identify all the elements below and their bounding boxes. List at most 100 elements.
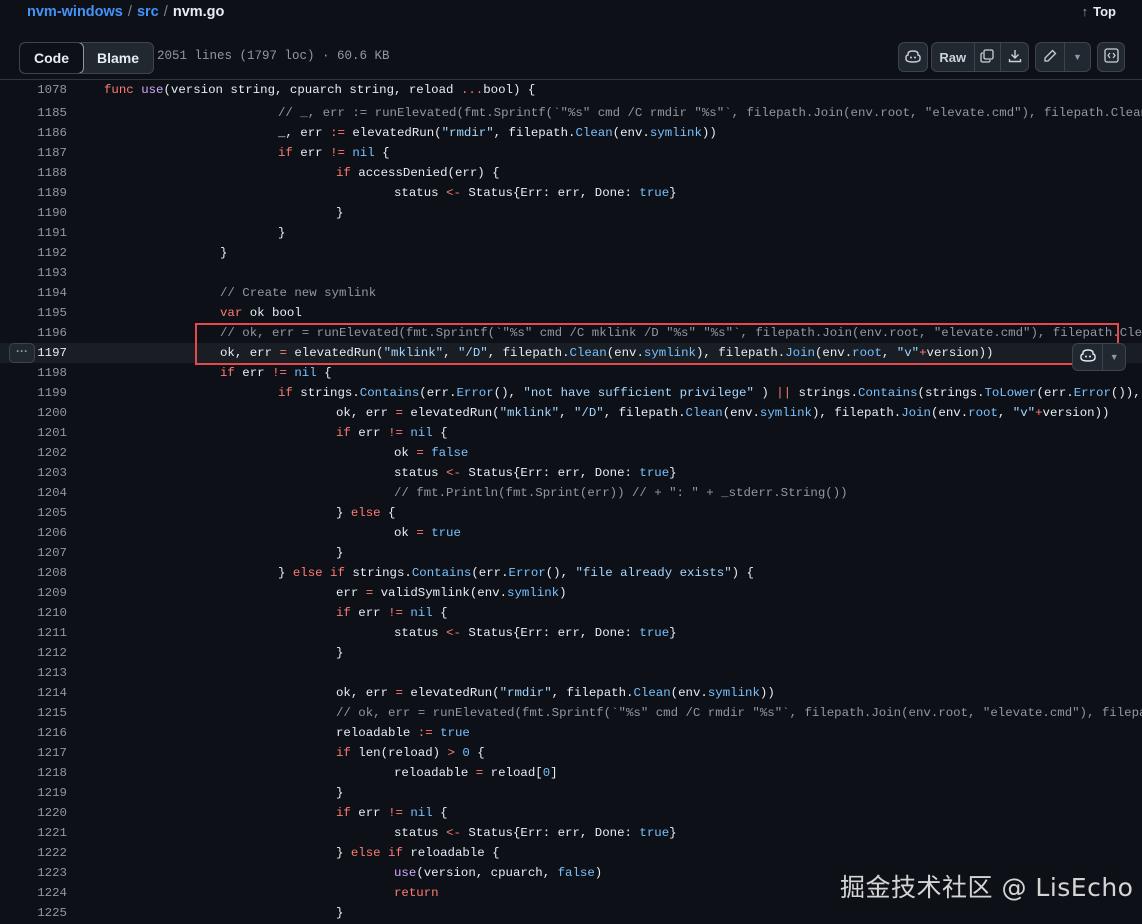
copilot-line-menu[interactable]: ▼ [1072, 343, 1126, 371]
code-token: "not have sufficient privilege" [523, 386, 754, 400]
line-number[interactable]: 1192 [0, 243, 67, 263]
download-button[interactable] [1001, 43, 1028, 71]
edit-options-dropdown[interactable]: ▼ [1065, 43, 1090, 71]
code-token: , filepath. [551, 686, 634, 700]
line-number[interactable]: 1205 [0, 503, 67, 523]
line-number[interactable]: 1216 [0, 723, 67, 743]
copilot-line-button[interactable] [1073, 344, 1104, 370]
code-line: 1215 // ok, err = runElevated(fmt.Sprintf… [0, 703, 1142, 723]
line-number[interactable]: 1219 [0, 783, 67, 803]
code-token: } [278, 566, 293, 580]
code-text: ok = false [394, 443, 468, 463]
code-line: 1199 if strings.Contains(err.Error(), "no… [0, 383, 1142, 403]
code-line: 1196 // ok, err = runElevated(fmt.Sprintf… [0, 323, 1142, 343]
line-number[interactable]: 1206 [0, 523, 67, 543]
tab-blame[interactable]: Blame [83, 43, 153, 73]
line-number[interactable]: 1209 [0, 583, 67, 603]
code-token: (version, cpuarch, [416, 866, 558, 880]
line-number[interactable]: 1188 [0, 163, 67, 183]
code-token: "/D" [457, 346, 488, 360]
code-text: // ok, err = runElevated(fmt.Sprintf(`"%… [336, 703, 1142, 723]
edit-file-button[interactable] [1036, 43, 1065, 71]
line-number[interactable]: 1199 [0, 383, 67, 403]
code-token: (env. [722, 406, 760, 420]
line-options-button[interactable]: ··· [9, 343, 35, 363]
code-token: = [279, 346, 287, 360]
line-number[interactable]: 1221 [0, 823, 67, 843]
raw-button[interactable]: Raw [932, 43, 975, 71]
line-number[interactable]: 1190 [0, 203, 67, 223]
line-number[interactable]: 1215 [0, 703, 67, 723]
line-number[interactable]: 1207 [0, 543, 67, 563]
code-line: 1204 // fmt.Println(fmt.Sprint(err)) // +… [0, 483, 1142, 503]
code-line: 1216 reloadable := true [0, 723, 1142, 743]
code-token: (version string, cpuarch string, reload [163, 83, 461, 97]
code-token: symlink [507, 586, 560, 600]
line-number[interactable]: 1204 [0, 483, 67, 503]
code-token: { [432, 606, 448, 620]
code-text: // _, err := runElevated(fmt.Sprintf(`"%… [278, 103, 1142, 123]
copy-raw-button[interactable] [975, 43, 1002, 71]
code-token: + [919, 346, 927, 360]
view-mode-toggle: Code Blame [19, 42, 155, 74]
code-token: symlink [643, 346, 696, 360]
line-number[interactable]: 1196 [0, 323, 67, 343]
line-number[interactable]: 1195 [0, 303, 67, 323]
code-text: // Create new symlink [220, 283, 376, 303]
code-token: "/D" [573, 406, 604, 420]
line-number[interactable]: 1198 [0, 363, 67, 383]
line-number[interactable]: 1187 [0, 143, 67, 163]
pencil-icon [1043, 49, 1057, 66]
line-number[interactable]: 1211 [0, 623, 67, 643]
line-number[interactable]: 1185 [0, 103, 67, 123]
code-token: = [416, 526, 424, 540]
line-number[interactable]: 1214 [0, 683, 67, 703]
code-token: } [669, 626, 677, 640]
code-token: , filepath. [493, 126, 576, 140]
line-number[interactable]: 1217 [0, 743, 67, 763]
code-token: use [394, 866, 417, 880]
code-token: || [776, 386, 792, 400]
line-number[interactable]: 1212 [0, 643, 67, 663]
code-token: ok [394, 446, 417, 460]
code-line: 1190} [0, 203, 1142, 223]
code-token: err [234, 366, 273, 380]
breadcrumb-dir-link[interactable]: src [137, 4, 159, 20]
breadcrumb-separator: / [127, 4, 132, 20]
line-number[interactable]: 1200 [0, 403, 67, 423]
line-number[interactable]: 1191 [0, 223, 67, 243]
line-number[interactable]: 1222 [0, 843, 67, 863]
line-number[interactable]: 1186 [0, 123, 67, 143]
line-number[interactable]: 1193 [0, 263, 67, 283]
line-number[interactable]: 1203 [0, 463, 67, 483]
line-number[interactable]: 1208 [0, 563, 67, 583]
symbols-panel-button[interactable] [1097, 42, 1125, 72]
breadcrumb-repo-link[interactable]: nvm-windows [27, 4, 123, 20]
line-number[interactable]: 1194 [0, 283, 67, 303]
code-text: } [220, 243, 227, 263]
code-text: status <- Status{Err: err, Done: true} [394, 463, 677, 483]
code-token: Error [508, 566, 546, 580]
line-number[interactable]: 1224 [0, 883, 67, 903]
line-number[interactable]: 1189 [0, 183, 67, 203]
line-number[interactable]: 1223 [0, 863, 67, 883]
tab-code[interactable]: Code [20, 43, 84, 73]
line-number[interactable]: 1220 [0, 803, 67, 823]
line-number[interactable]: 1202 [0, 443, 67, 463]
line-number[interactable]: 1078 [0, 80, 67, 100]
line-number[interactable]: 1225 [0, 903, 67, 923]
code-line: 1191} [0, 223, 1142, 243]
code-token: "file already exists" [575, 566, 732, 580]
line-number[interactable]: 1213 [0, 663, 67, 683]
top-link[interactable]: ↑ Top [1082, 4, 1116, 19]
line-number[interactable]: 1218 [0, 763, 67, 783]
code-token: status [394, 626, 447, 640]
copilot-button[interactable] [898, 42, 928, 72]
code-token: Clean [575, 126, 613, 140]
code-token: ) [559, 586, 567, 600]
code-token: ] [550, 766, 558, 780]
line-number[interactable]: 1210 [0, 603, 67, 623]
copilot-line-dropdown[interactable]: ▼ [1103, 344, 1125, 370]
code-token: ) [594, 866, 603, 880]
line-number[interactable]: 1201 [0, 423, 67, 443]
